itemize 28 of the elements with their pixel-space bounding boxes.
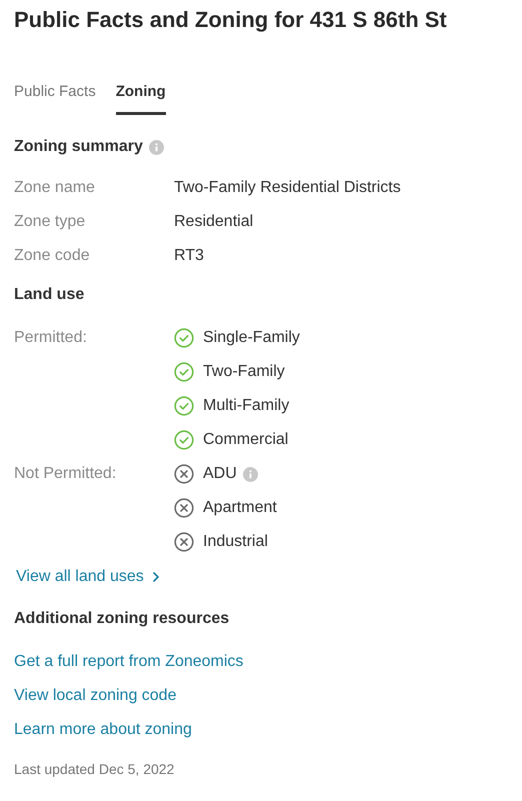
field-value: RT3 bbox=[174, 246, 204, 266]
land-use-label: ADU bbox=[203, 464, 237, 484]
view-all-link[interactable]: View all land uses bbox=[16, 565, 164, 589]
land-use-label: Multi-Family bbox=[203, 396, 290, 416]
info-icon[interactable] bbox=[242, 466, 258, 482]
land-use-label: Apartment bbox=[203, 498, 277, 518]
section-heading: Additional zoning resources bbox=[14, 609, 230, 629]
field-value: Residential bbox=[174, 212, 254, 232]
field-label: Zone name bbox=[14, 178, 96, 198]
info-icon[interactable] bbox=[148, 140, 164, 154]
section-heading: Land use bbox=[14, 285, 86, 305]
resource-link[interactable]: View local zoning code bbox=[14, 679, 176, 713]
page-title: Public Facts and Zoning for 431 S 86th St bbox=[14, 6, 448, 34]
field-label: Zone code bbox=[14, 246, 91, 266]
group-label: Not Permitted: bbox=[14, 464, 118, 484]
last-updated: Last updated Dec 5, 2022 bbox=[14, 760, 176, 779]
section-heading: Zoning summary bbox=[14, 137, 143, 157]
land-use-label: Commercial bbox=[203, 430, 288, 450]
land-use-label: Two-Family bbox=[203, 362, 285, 382]
tab[interactable]: Public Facts bbox=[14, 79, 96, 115]
land-use-label: Single-Family bbox=[203, 328, 300, 348]
field-value: Two-Family Residential Districts bbox=[174, 178, 401, 198]
tab[interactable]: Zoning bbox=[116, 79, 166, 115]
resource-link[interactable]: Get a full report from Zoneomics bbox=[14, 645, 244, 679]
land-use-label: Industrial bbox=[203, 532, 268, 552]
group-label: Permitted: bbox=[14, 328, 88, 348]
field-label: Zone type bbox=[14, 212, 86, 232]
resource-link[interactable]: Learn more about zoning bbox=[14, 713, 192, 747]
